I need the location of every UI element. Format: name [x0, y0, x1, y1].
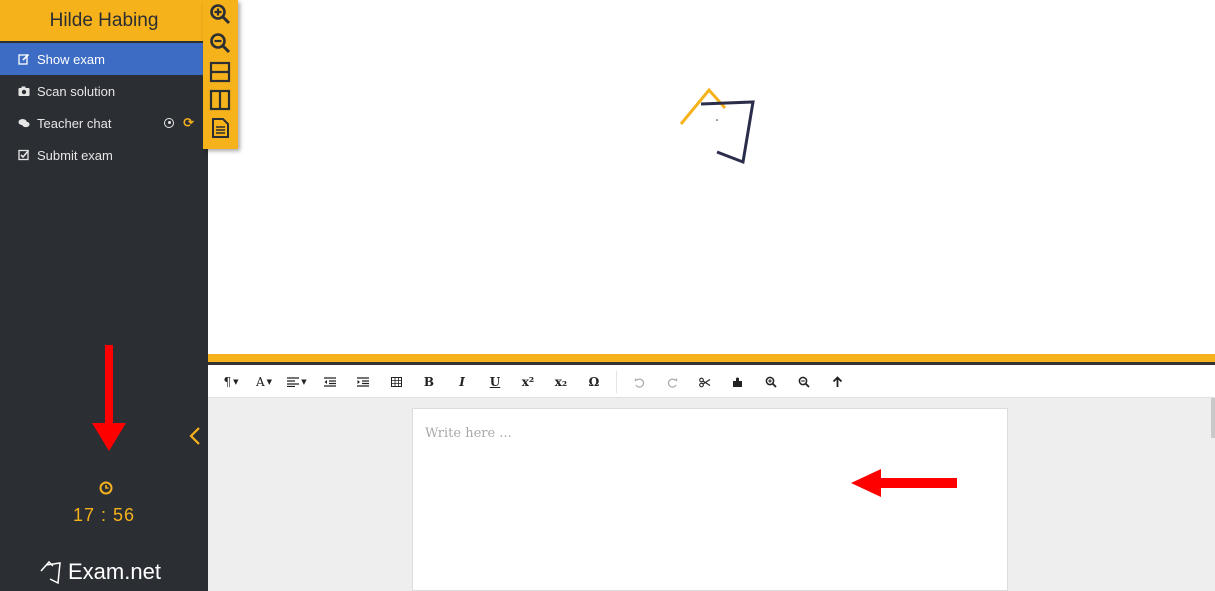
chat-bubbles-icon [18, 117, 30, 129]
zoom-in-button[interactable] [760, 370, 782, 394]
zoom-out-button[interactable] [793, 370, 815, 394]
table-icon [390, 377, 402, 387]
superscript-button[interactable]: x² [517, 370, 539, 394]
sidebar-item-show-exam[interactable]: Show exam [0, 43, 208, 75]
sidebar-item-label: Scan solution [37, 83, 116, 99]
font-dropdown[interactable]: A ▼ [253, 370, 275, 394]
editor-placeholder: Write here ... [425, 426, 512, 441]
answer-editor[interactable]: Write here ... [412, 408, 1008, 591]
table-button[interactable] [385, 370, 407, 394]
undo-button[interactable] [628, 370, 650, 394]
chevron-left-icon [189, 427, 200, 445]
underline-button[interactable]: U [484, 370, 506, 394]
checkbox-icon [18, 149, 30, 161]
split-horizontal-icon[interactable] [209, 61, 231, 83]
magnifier-minus-icon [798, 376, 810, 388]
split-vertical-icon[interactable] [209, 89, 231, 111]
user-name: Hilde Habing [49, 9, 159, 31]
cut-button[interactable] [694, 370, 716, 394]
sidebar-item-label: Submit exam [37, 147, 113, 163]
camera-icon [18, 85, 30, 97]
undo-icon [634, 377, 644, 388]
sidebar-item-scan-solution[interactable]: Scan solution [0, 75, 208, 107]
brand-logo: Exam.net [38, 556, 161, 588]
zoom-in-icon[interactable] [209, 3, 231, 25]
exam-timer: 17 : 56 [72, 505, 136, 525]
brand-name: Exam.net [68, 559, 161, 584]
clock-icon [99, 481, 113, 495]
subscript-button[interactable]: x₂ [550, 370, 572, 394]
arrow-up-icon [832, 376, 842, 387]
italic-button[interactable]: I [451, 370, 473, 394]
user-name-header: Hilde Habing [0, 0, 208, 41]
spellcheck-button[interactable] [727, 370, 749, 394]
document-icon[interactable] [209, 117, 231, 139]
pane-divider[interactable] [208, 354, 1215, 365]
annotation-arrow-left-icon [851, 469, 957, 497]
align-dropdown[interactable]: ▼ [286, 370, 308, 394]
annotation-arrow-down-icon [92, 345, 126, 451]
edit-icon [18, 53, 30, 65]
loading-logo-icon [679, 84, 759, 168]
indent-icon [357, 377, 369, 387]
align-left-icon [287, 377, 300, 387]
scroll-up-button[interactable] [826, 370, 848, 394]
redo-icon [667, 377, 677, 388]
editor-toolbar: ¶ ▼ A ▼ ▼ B I U x² x₂ Ω [208, 367, 1215, 398]
editor-scrollbar[interactable] [1211, 398, 1215, 438]
special-character-button[interactable]: Ω [583, 370, 605, 394]
indent-button[interactable] [352, 370, 374, 394]
refresh-icon[interactable]: ⟳ [183, 116, 194, 129]
magnifier-plus-icon [765, 376, 777, 388]
online-status-icon [164, 117, 175, 128]
outdent-icon [324, 377, 336, 387]
exam-net-logo-icon [40, 560, 61, 585]
scissors-icon [699, 377, 711, 387]
sidebar-item-submit-exam[interactable]: Submit exam [0, 139, 208, 171]
sidebar: Hilde Habing Show exam Scan solution Tea… [0, 0, 208, 591]
puzzle-icon [733, 377, 742, 387]
paragraph-format-dropdown[interactable]: ¶ ▼ [220, 370, 242, 394]
outdent-button[interactable] [319, 370, 341, 394]
document-view-toolbar [203, 0, 238, 149]
sidebar-menu: Show exam Scan solution Teacher chat ⟳ S… [0, 43, 208, 171]
redo-button[interactable] [661, 370, 683, 394]
sidebar-item-teacher-chat[interactable]: Teacher chat ⟳ [0, 107, 208, 139]
sidebar-item-label: Show exam [37, 51, 105, 67]
collapse-sidebar-button[interactable] [186, 425, 204, 447]
sidebar-item-label: Teacher chat [37, 115, 112, 131]
zoom-out-icon[interactable] [209, 32, 231, 54]
bold-button[interactable]: B [418, 370, 440, 394]
